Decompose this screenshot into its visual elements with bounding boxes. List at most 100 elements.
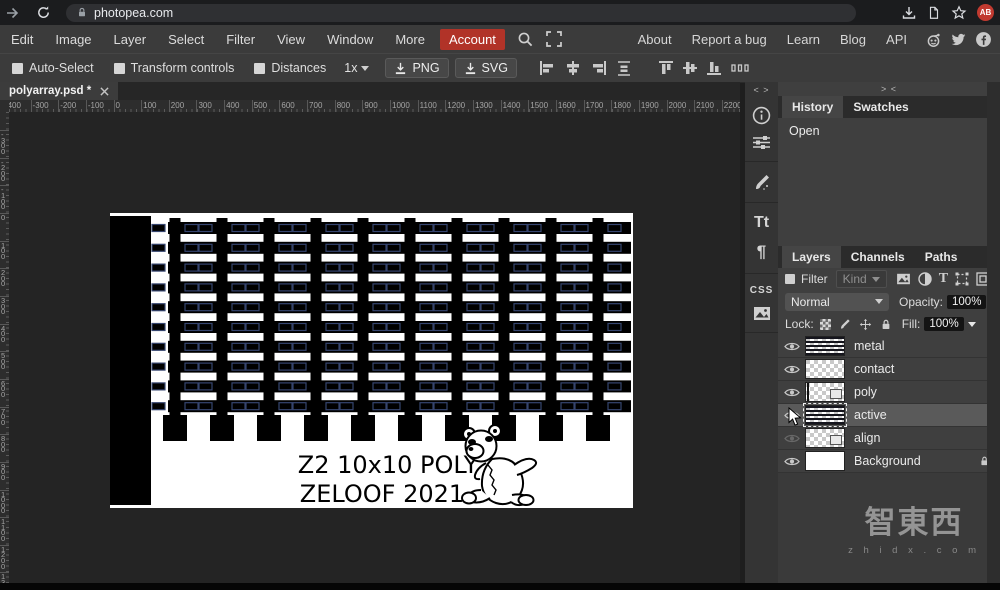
character-panel-icon[interactable]: Tt [745, 209, 778, 237]
ruler-tick [667, 100, 668, 112]
menu-filter[interactable]: Filter [215, 32, 266, 47]
info-panel-icon[interactable] [745, 101, 778, 130]
adjustments-panel-icon[interactable] [745, 130, 778, 155]
document-tab[interactable]: polyarray.psd * [0, 82, 118, 100]
brush-panel-icon[interactable] [745, 168, 778, 196]
layer-row-align[interactable]: align [778, 427, 1000, 450]
layer-row-background[interactable]: Background [778, 450, 1000, 473]
fullscreen-icon[interactable] [546, 31, 562, 47]
visibility-eye-icon[interactable] [778, 341, 805, 352]
layer-thumbnail[interactable] [805, 405, 845, 425]
layer-row-poly[interactable]: poly [778, 381, 1000, 404]
filter-kind-dropdown[interactable]: Kind [836, 270, 887, 288]
zoom-level-dropdown[interactable]: 1x [344, 61, 369, 75]
link-learn[interactable]: Learn [777, 32, 830, 47]
layer-row-active[interactable]: active [778, 404, 1000, 427]
facebook-icon[interactable] [975, 31, 992, 48]
menu-edit[interactable]: Edit [0, 32, 44, 47]
filter-shape-icon[interactable] [955, 272, 969, 286]
blend-mode-dropdown[interactable]: Normal [785, 293, 889, 311]
tab-history[interactable]: History [782, 96, 843, 118]
align-bottom-icon[interactable] [707, 60, 721, 76]
layer-row-contact[interactable]: contact [778, 358, 1000, 381]
align-left-icon[interactable] [539, 61, 555, 75]
menu-select[interactable]: Select [157, 32, 215, 47]
ruler-tick [556, 100, 557, 112]
filter-adjustment-icon[interactable] [918, 272, 932, 286]
visibility-eye-icon[interactable] [778, 387, 805, 398]
collapse-panel-icon[interactable]: > < [778, 82, 1000, 96]
ruler-label: 4 0 0 [1, 326, 5, 343]
bookmark-star-icon[interactable] [951, 5, 967, 21]
align-top-icon[interactable] [659, 60, 673, 76]
collapse-strip-icon[interactable]: < > [753, 82, 769, 101]
link-about[interactable]: About [628, 32, 682, 47]
ruler-tick [86, 100, 87, 112]
mouse-cursor [788, 407, 802, 427]
reload-icon[interactable] [36, 5, 58, 20]
filter-image-icon[interactable] [896, 273, 911, 285]
menu-image[interactable]: Image [44, 32, 102, 47]
ruler-label: 1400 [503, 101, 521, 110]
address-bar[interactable]: photopea.com [66, 4, 856, 22]
panel-scrollbar[interactable] [987, 82, 1000, 584]
ruler-label: 1 2 0 0 [1, 547, 5, 569]
tab-swatches[interactable]: Swatches [843, 96, 918, 118]
layer-thumbnail[interactable] [805, 451, 845, 471]
layer-thumbnail[interactable] [805, 382, 845, 402]
tab-paths[interactable]: Paths [915, 246, 968, 268]
download-tray-icon[interactable] [901, 5, 917, 21]
ruler-label: 200 [171, 101, 184, 110]
layer-thumbnail[interactable] [805, 428, 845, 448]
tab-layers[interactable]: Layers [782, 246, 841, 268]
export-png-button[interactable]: PNG [385, 58, 448, 78]
filter-checkbox[interactable] [785, 274, 795, 284]
profile-avatar[interactable]: AB [977, 4, 994, 21]
close-icon[interactable] [100, 87, 109, 96]
reddit-icon[interactable] [925, 31, 942, 48]
tab-channels[interactable]: Channels [841, 246, 915, 268]
menu-layer[interactable]: Layer [103, 32, 158, 47]
document-tab-bar: polyarray.psd * [0, 82, 740, 100]
fill-value[interactable]: 100% [924, 317, 963, 331]
distribute-horizontal-icon[interactable] [731, 62, 749, 74]
paragraph-panel-icon[interactable]: ¶ [745, 237, 778, 267]
export-svg-button[interactable]: SVG [455, 58, 517, 78]
lock-transparency-icon[interactable] [820, 319, 831, 330]
document-canvas[interactable]: Z2 10x10 POLY ZELOOF 2021 [110, 213, 633, 508]
search-icon[interactable] [517, 31, 534, 48]
fill-dropdown-icon[interactable] [968, 322, 976, 327]
opacity-value[interactable]: 100% [947, 295, 986, 309]
visibility-eye-icon[interactable] [778, 456, 805, 467]
layer-row-metal[interactable]: metal [778, 335, 1000, 358]
align-middle-icon[interactable] [683, 60, 697, 76]
visibility-eye-icon-hidden[interactable] [778, 433, 805, 444]
align-right-icon[interactable] [591, 61, 607, 75]
align-center-h-icon[interactable] [565, 61, 581, 75]
menu-more[interactable]: More [384, 32, 436, 47]
filter-type-icon[interactable]: T [939, 271, 948, 287]
link-blog[interactable]: Blog [830, 32, 876, 47]
transform-controls-checkbox[interactable] [114, 63, 125, 74]
css-panel-icon[interactable]: CSS [745, 280, 778, 301]
lock-pixels-brush-icon[interactable] [839, 318, 851, 330]
menu-window[interactable]: Window [316, 32, 384, 47]
history-entry-open[interactable]: Open [778, 118, 1000, 138]
visibility-eye-icon[interactable] [778, 364, 805, 375]
lock-position-move-icon[interactable] [859, 318, 872, 331]
account-button[interactable]: Account [440, 29, 505, 50]
image-panel-icon[interactable] [745, 301, 778, 326]
menu-view[interactable]: View [266, 32, 316, 47]
distribute-vertical-icon[interactable] [617, 61, 631, 76]
twitter-icon[interactable] [950, 31, 967, 48]
reading-list-icon[interactable] [927, 5, 941, 21]
workspace[interactable]: Z2 10x10 POLY ZELOOF 2021 [9, 112, 740, 584]
forward-arrow-icon[interactable] [4, 5, 26, 21]
link-api[interactable]: API [876, 32, 917, 47]
auto-select-checkbox[interactable] [12, 63, 23, 74]
distances-checkbox[interactable] [254, 63, 265, 74]
layer-thumbnail[interactable] [805, 336, 845, 356]
lock-all-padlock-icon[interactable] [880, 318, 892, 331]
layer-thumbnail[interactable] [805, 359, 845, 379]
link-report-a-bug[interactable]: Report a bug [682, 32, 777, 47]
